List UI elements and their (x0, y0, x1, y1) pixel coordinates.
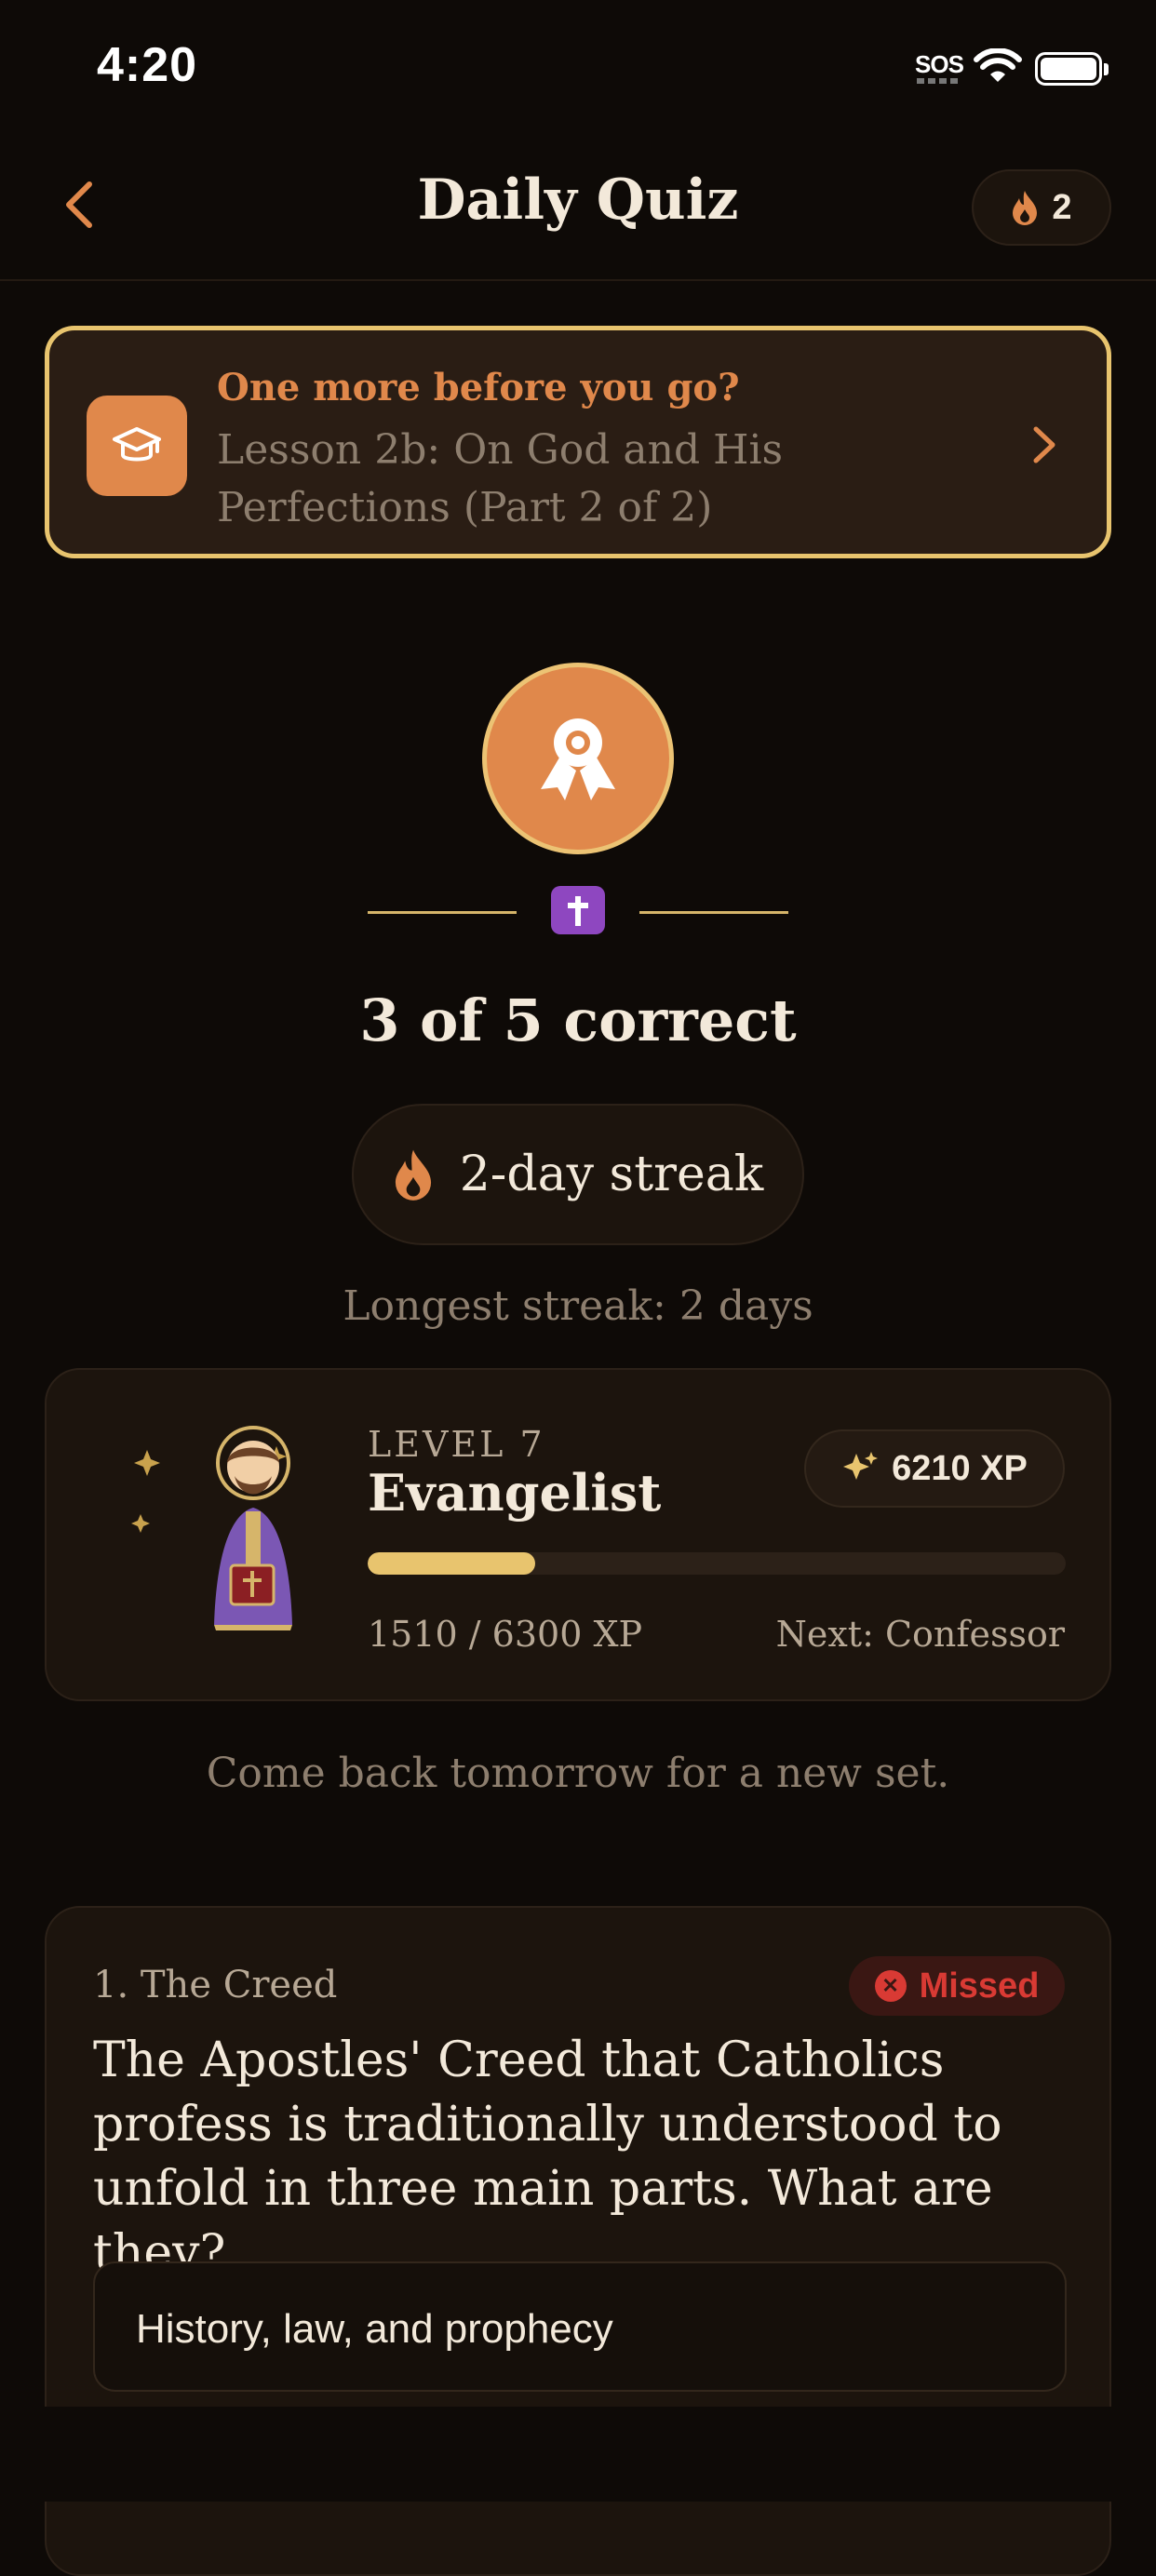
flame-icon (395, 1149, 431, 1201)
status-bar: 4:20 SOS (0, 0, 1156, 130)
bottom-safe-area (0, 2407, 1156, 2502)
answer-text: History, law, and prophecy (136, 2306, 613, 2352)
saint-avatar (131, 1426, 292, 1630)
status-time: 4:20 (97, 38, 198, 92)
xp-total-badge: 6210 XP (804, 1429, 1065, 1508)
xp-progress-text: 1510 / 6300 XP (368, 1614, 643, 1655)
lesson-icon-tile (87, 396, 187, 496)
level-label: LEVEL 7 (368, 1424, 545, 1465)
next-level: Next: Confessor (775, 1614, 1065, 1655)
battery-cap (1104, 63, 1109, 75)
xp-progress-bar (368, 1552, 1066, 1575)
wifi-icon (974, 48, 1022, 82)
lesson-title: Lesson 2b: On God and His Perfections (P… (217, 426, 784, 531)
come-back-message: Come back tomorrow for a new set. (206, 1750, 950, 1797)
question-text: The Apostles' Creed that Catholics profe… (93, 2033, 1002, 2281)
streak-label: 2-day streak (459, 1147, 764, 1202)
sparkles-icon (843, 1452, 879, 1480)
cross-icon (551, 886, 605, 934)
award-icon (541, 718, 615, 800)
divider-right (639, 911, 788, 914)
next-lesson-card[interactable]: One more before you go? Lesson 2b: On Go… (45, 326, 1111, 558)
streak-count: 2 (1052, 187, 1072, 227)
signal-dots (917, 78, 960, 84)
chevron-right-icon (1033, 426, 1055, 463)
nav-header: Daily Quiz 2 (0, 130, 1156, 281)
quiz-score: 3 of 5 correct (359, 986, 797, 1054)
flame-icon (1013, 191, 1038, 225)
divider-left (368, 911, 517, 914)
level-name: Evangelist (368, 1463, 662, 1523)
longest-streak: Longest streak: 2 days (343, 1282, 813, 1330)
question-category: 1. The Creed (93, 1964, 338, 2006)
award-medal (482, 663, 674, 854)
graduation-cap-icon (113, 427, 161, 462)
answer-option[interactable]: History, law, and prophecy (93, 2261, 1067, 2392)
x-circle-icon: ✕ (874, 1970, 907, 2002)
status-label: Missed (919, 1966, 1040, 2006)
xp-progress-fill (368, 1552, 535, 1575)
streak-counter[interactable]: 2 (972, 169, 1111, 246)
sos-indicator: SOS (915, 50, 964, 78)
status-badge: ✕ Missed (849, 1956, 1065, 2016)
streak-chip: 2-day streak (352, 1104, 804, 1245)
lesson-heading: One more before you go? (217, 366, 740, 409)
battery-icon (1035, 52, 1102, 86)
level-card: LEVEL 7 Evangelist 6210 XP 1510 / 6300 X… (45, 1368, 1111, 1701)
xp-total: 6210 XP (892, 1448, 1028, 1488)
